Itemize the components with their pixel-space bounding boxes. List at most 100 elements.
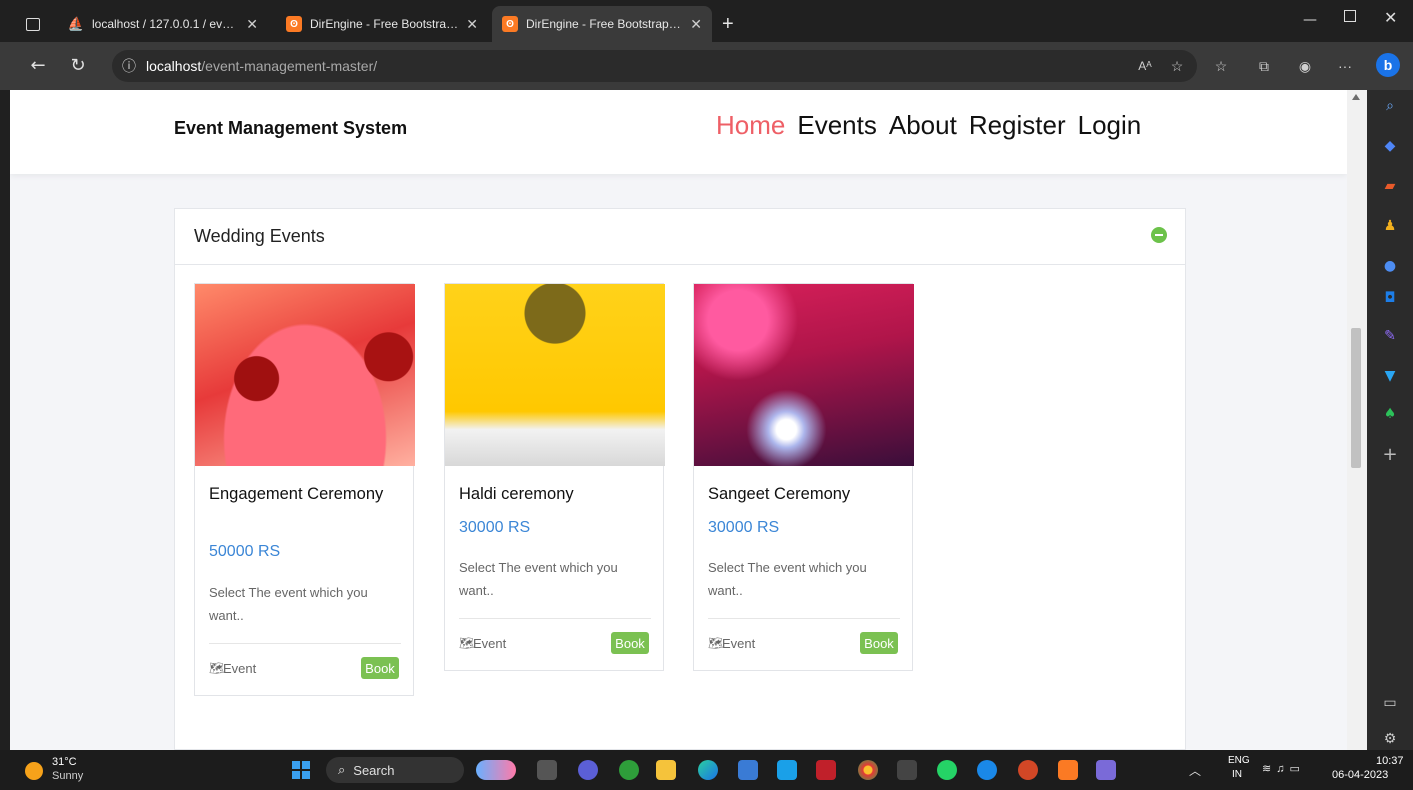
clock-date[interactable]: 06-04-2023 xyxy=(1332,769,1388,781)
refresh-icon[interactable]: ↻ xyxy=(64,51,92,79)
panel-title: Wedding Events xyxy=(194,226,325,246)
weather-desc[interactable]: Sunny xyxy=(52,770,83,782)
outlook-icon[interactable]: ◘ xyxy=(1380,288,1400,308)
games-icon[interactable]: ♟ xyxy=(1380,216,1400,236)
powerpoint-icon[interactable] xyxy=(1018,760,1038,780)
card-price: 30000 RS xyxy=(459,519,531,536)
region-indicator[interactable]: IN xyxy=(1232,769,1242,780)
card-footer-label: Event xyxy=(473,636,507,651)
read-aloud-icon[interactable]: Aᴬ xyxy=(1134,55,1156,77)
profile-icon[interactable]: ◉ xyxy=(1294,55,1316,77)
site-navbar: Event Management System Home Events Abou… xyxy=(10,90,1347,174)
card-price: 30000 RS xyxy=(708,519,780,536)
card-footer-label: Event xyxy=(722,636,756,651)
site-brand[interactable]: Event Management System xyxy=(174,118,407,139)
collapse-icon[interactable] xyxy=(1151,227,1167,243)
sangeet-image[interactable] xyxy=(694,284,914,466)
event-card-sangeet: Sangeet Ceremony 30000 RS Select The eve… xyxy=(693,283,914,671)
mcafee-icon[interactable] xyxy=(816,760,836,780)
tab-strip: ⛵ localhost / 127.0.0.1 / eventmgm ✕ ʘ D… xyxy=(0,0,1413,42)
map-icon: 🗺 xyxy=(708,636,724,650)
designer-icon[interactable]: ▼ xyxy=(1380,366,1400,386)
new-tab-button[interactable]: + xyxy=(712,6,742,42)
book-button[interactable]: Book xyxy=(611,632,649,654)
address-bar: ← ↻ ⓘ localhost/event-management-master/… xyxy=(0,42,1413,90)
close-tab-icon[interactable]: ✕ xyxy=(246,16,258,33)
favorites-icon[interactable]: ☆ xyxy=(1210,55,1232,77)
card-price: 50000 RS xyxy=(209,543,281,560)
card-divider xyxy=(459,618,651,619)
clock-time[interactable]: 10:37 xyxy=(1376,755,1404,767)
scroll-up-icon[interactable] xyxy=(1352,94,1360,100)
drop-icon[interactable]: ✎ xyxy=(1380,326,1400,346)
signal-icon[interactable] xyxy=(977,760,997,780)
card-description: Select The event which you want.. xyxy=(459,560,618,598)
windows-start-icon[interactable] xyxy=(292,761,310,779)
wedding-events-panel: Wedding Events Engagement Ceremony 50000… xyxy=(174,208,1186,750)
task-view-icon[interactable] xyxy=(537,760,557,780)
teams-icon[interactable] xyxy=(578,760,598,780)
edge-icon[interactable] xyxy=(698,760,718,780)
card-title[interactable]: Sangeet Ceremony xyxy=(708,482,898,506)
menu-about[interactable]: About xyxy=(889,110,957,141)
file-explorer-icon[interactable] xyxy=(656,760,676,780)
back-icon[interactable]: ← xyxy=(24,51,52,79)
xbox-icon[interactable] xyxy=(619,760,639,780)
copilot-icon[interactable]: ● xyxy=(1380,256,1400,276)
tray-status-icons[interactable]: ≋♫▭ xyxy=(1262,762,1305,775)
menu-events[interactable]: Events xyxy=(797,110,877,141)
engagement-image[interactable] xyxy=(195,284,415,466)
bing-chat-icon[interactable]: b xyxy=(1376,53,1400,77)
chrome-icon[interactable] xyxy=(858,760,878,780)
tab-direngine-1[interactable]: ʘ DirEngine - Free Bootstrap 4 Tem ✕ xyxy=(276,6,488,42)
card-title[interactable]: Engagement Ceremony xyxy=(209,482,399,506)
tab-direngine-active[interactable]: ʘ DirEngine - Free Bootstrap 4 Tem ✕ xyxy=(492,6,712,42)
tools-icon[interactable]: ▰ xyxy=(1380,176,1400,196)
scrollbar-thumb[interactable] xyxy=(1351,328,1361,468)
xampp-icon: ʘ xyxy=(286,16,302,32)
menu-register[interactable]: Register xyxy=(969,110,1066,141)
settings-icon[interactable]: ⚙ xyxy=(1380,729,1400,749)
l-app-icon[interactable] xyxy=(777,760,797,780)
url-field[interactable]: ⓘ localhost/event-management-master/ xyxy=(112,50,1197,82)
panel-header[interactable]: Wedding Events xyxy=(175,209,1185,265)
xampp-taskbar-icon[interactable] xyxy=(1058,760,1078,780)
close-tab-icon[interactable]: ✕ xyxy=(690,16,702,33)
menu-home[interactable]: Home xyxy=(716,110,785,141)
terminal-icon[interactable] xyxy=(897,760,917,780)
card-title[interactable]: Haldi ceremony xyxy=(459,482,649,506)
weather-sun-icon[interactable] xyxy=(25,762,43,780)
search-icon[interactable]: ⌕ xyxy=(1380,96,1400,116)
sidebar-toggle-icon[interactable]: ▭ xyxy=(1380,693,1400,713)
shopping-tag-icon[interactable]: ◆ xyxy=(1380,136,1400,156)
widgets-icon[interactable] xyxy=(476,760,516,780)
favorite-star-icon[interactable]: ☆ xyxy=(1166,55,1188,77)
collections-icon[interactable]: ⧉ xyxy=(1253,55,1275,77)
tray-chevron-icon[interactable]: ︿ xyxy=(1189,762,1201,779)
whatsapp-icon[interactable] xyxy=(937,760,957,780)
page-scrollbar[interactable] xyxy=(1347,90,1367,750)
close-tab-icon[interactable]: ✕ xyxy=(466,16,478,33)
tab-phpmyadmin[interactable]: ⛵ localhost / 127.0.0.1 / eventmgm ✕ xyxy=(58,6,268,42)
tab-actions-icon[interactable] xyxy=(26,6,42,42)
book-button[interactable]: Book xyxy=(361,657,399,679)
language-indicator[interactable]: ENG xyxy=(1228,755,1250,766)
haldi-image[interactable] xyxy=(445,284,665,466)
store-icon[interactable] xyxy=(738,760,758,780)
weather-temp[interactable]: 31°C xyxy=(52,756,77,768)
taskbar-search[interactable]: ⌕ Search xyxy=(326,757,464,783)
map-icon: 🗺 xyxy=(459,636,475,650)
maximize-icon[interactable] xyxy=(1344,10,1356,22)
taskbar: 31°C Sunny ⌕ Search ︿ ENG IN ≋♫▭ 10:37 0… xyxy=(0,750,1413,790)
card-description: Select The event which you want.. xyxy=(209,585,368,623)
close-window-icon[interactable]: ✕ xyxy=(1384,8,1397,27)
site-info-icon[interactable]: ⓘ xyxy=(118,55,140,77)
page-viewport: Event Management System Home Events Abou… xyxy=(10,90,1347,750)
menu-login[interactable]: Login xyxy=(1078,110,1142,141)
snipping-tool-icon[interactable] xyxy=(1096,760,1116,780)
tree-icon[interactable]: ♠ xyxy=(1380,404,1400,424)
add-icon[interactable]: + xyxy=(1380,444,1400,465)
more-options-icon[interactable]: ··· xyxy=(1334,55,1356,77)
minimize-icon[interactable]: — xyxy=(1303,12,1317,28)
book-button[interactable]: Book xyxy=(860,632,898,654)
